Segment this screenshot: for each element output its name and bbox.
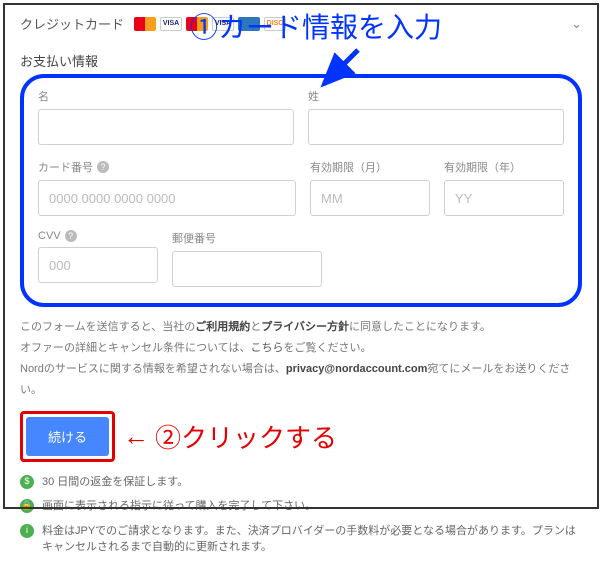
postal-label: 郵便番号 bbox=[172, 230, 322, 246]
credit-card-label: クレジットカード bbox=[20, 14, 124, 33]
privacy-email[interactable]: privacy@nordaccount.com bbox=[286, 363, 428, 375]
billing-note: 料金はJPYでのご請求となります。また、決済プロバイダーの手数料が必要となる場合… bbox=[42, 523, 582, 556]
postal-input[interactable] bbox=[172, 251, 322, 287]
postal-field: 郵便番号 bbox=[172, 230, 322, 287]
lock-icon: 🔒 bbox=[20, 499, 34, 513]
chevron-down-icon[interactable]: ⌄ bbox=[571, 16, 582, 32]
footer-notes: $ 30 日間の返金を保証します。 🔒 画面に表示される指示に従って購入を完了し… bbox=[20, 474, 582, 556]
first-name-field: 名 bbox=[38, 88, 294, 145]
form-highlight-box: 名 姓 カード番号 ? 有効期限（月） 有効期限（年） bbox=[20, 74, 582, 307]
legal-text: このフォームを送信すると、当社のご利用規約とプライバシー方針に同意したことになり… bbox=[20, 317, 582, 401]
instruction-note: 画面に表示される指示に従って購入を完了して下さい。 bbox=[42, 498, 316, 515]
payment-info-title: お支払い情報 bbox=[20, 51, 582, 70]
visa-icon: VISA bbox=[160, 17, 182, 31]
card-number-field: カード番号 ? bbox=[38, 159, 296, 216]
annotation-step2-wrap: ← ②クリックする bbox=[123, 418, 337, 455]
exp-year-label: 有効期限（年） bbox=[444, 159, 564, 175]
legal-and: と bbox=[250, 321, 261, 333]
card-number-label-text: カード番号 bbox=[38, 159, 93, 175]
last-name-field: 姓 bbox=[308, 88, 564, 145]
cvv-field: CVV ? bbox=[38, 230, 158, 287]
offer-details-link[interactable]: こちら bbox=[250, 342, 283, 354]
help-icon[interactable]: ? bbox=[97, 161, 109, 173]
legal-line2-a: オファーの詳細とキャンセル条件については、 bbox=[20, 342, 250, 354]
continue-button[interactable]: 続ける bbox=[26, 417, 109, 456]
cvv-input[interactable] bbox=[38, 247, 158, 283]
legal-line2-b: をご覧ください。 bbox=[283, 342, 371, 354]
first-name-input[interactable] bbox=[38, 109, 294, 145]
first-name-label: 名 bbox=[38, 88, 294, 104]
payment-panel: クレジットカード VISA VISA DISC ⌄ ①カード情報を入力 お支払い… bbox=[0, 0, 602, 576]
exp-month-input[interactable] bbox=[310, 180, 430, 216]
privacy-link[interactable]: プライバシー方針 bbox=[261, 321, 349, 333]
legal-line1-b: に同意したことになります。 bbox=[349, 321, 491, 333]
button-highlight-box: 続ける bbox=[20, 411, 115, 462]
arrow-icon bbox=[316, 46, 366, 96]
info-icon: i bbox=[20, 524, 34, 538]
terms-link[interactable]: ご利用規約 bbox=[195, 321, 250, 333]
card-number-input[interactable] bbox=[38, 180, 296, 216]
arrow-left-icon: ← bbox=[123, 421, 149, 452]
annotation-step2: ②クリックする bbox=[155, 418, 337, 455]
mastercard-icon bbox=[134, 17, 156, 31]
exp-month-label: 有効期限（月） bbox=[310, 159, 430, 175]
exp-year-field: 有効期限（年） bbox=[444, 159, 564, 216]
dollar-icon: $ bbox=[20, 475, 34, 489]
cvv-label-text: CVV bbox=[38, 230, 61, 242]
help-icon[interactable]: ? bbox=[65, 230, 77, 242]
card-number-label: カード番号 ? bbox=[38, 159, 296, 175]
annotation-step1: ①カード情報を入力 bbox=[190, 6, 442, 46]
exp-year-input[interactable] bbox=[444, 180, 564, 216]
exp-month-field: 有効期限（月） bbox=[310, 159, 430, 216]
legal-line3-a: Nordのサービスに関する情報を希望されない場合は、 bbox=[20, 363, 286, 375]
cvv-label: CVV ? bbox=[38, 230, 158, 242]
refund-note: 30 日間の返金を保証します。 bbox=[42, 474, 188, 491]
legal-line1-a: このフォームを送信すると、当社の bbox=[20, 321, 195, 333]
last-name-input[interactable] bbox=[308, 109, 564, 145]
